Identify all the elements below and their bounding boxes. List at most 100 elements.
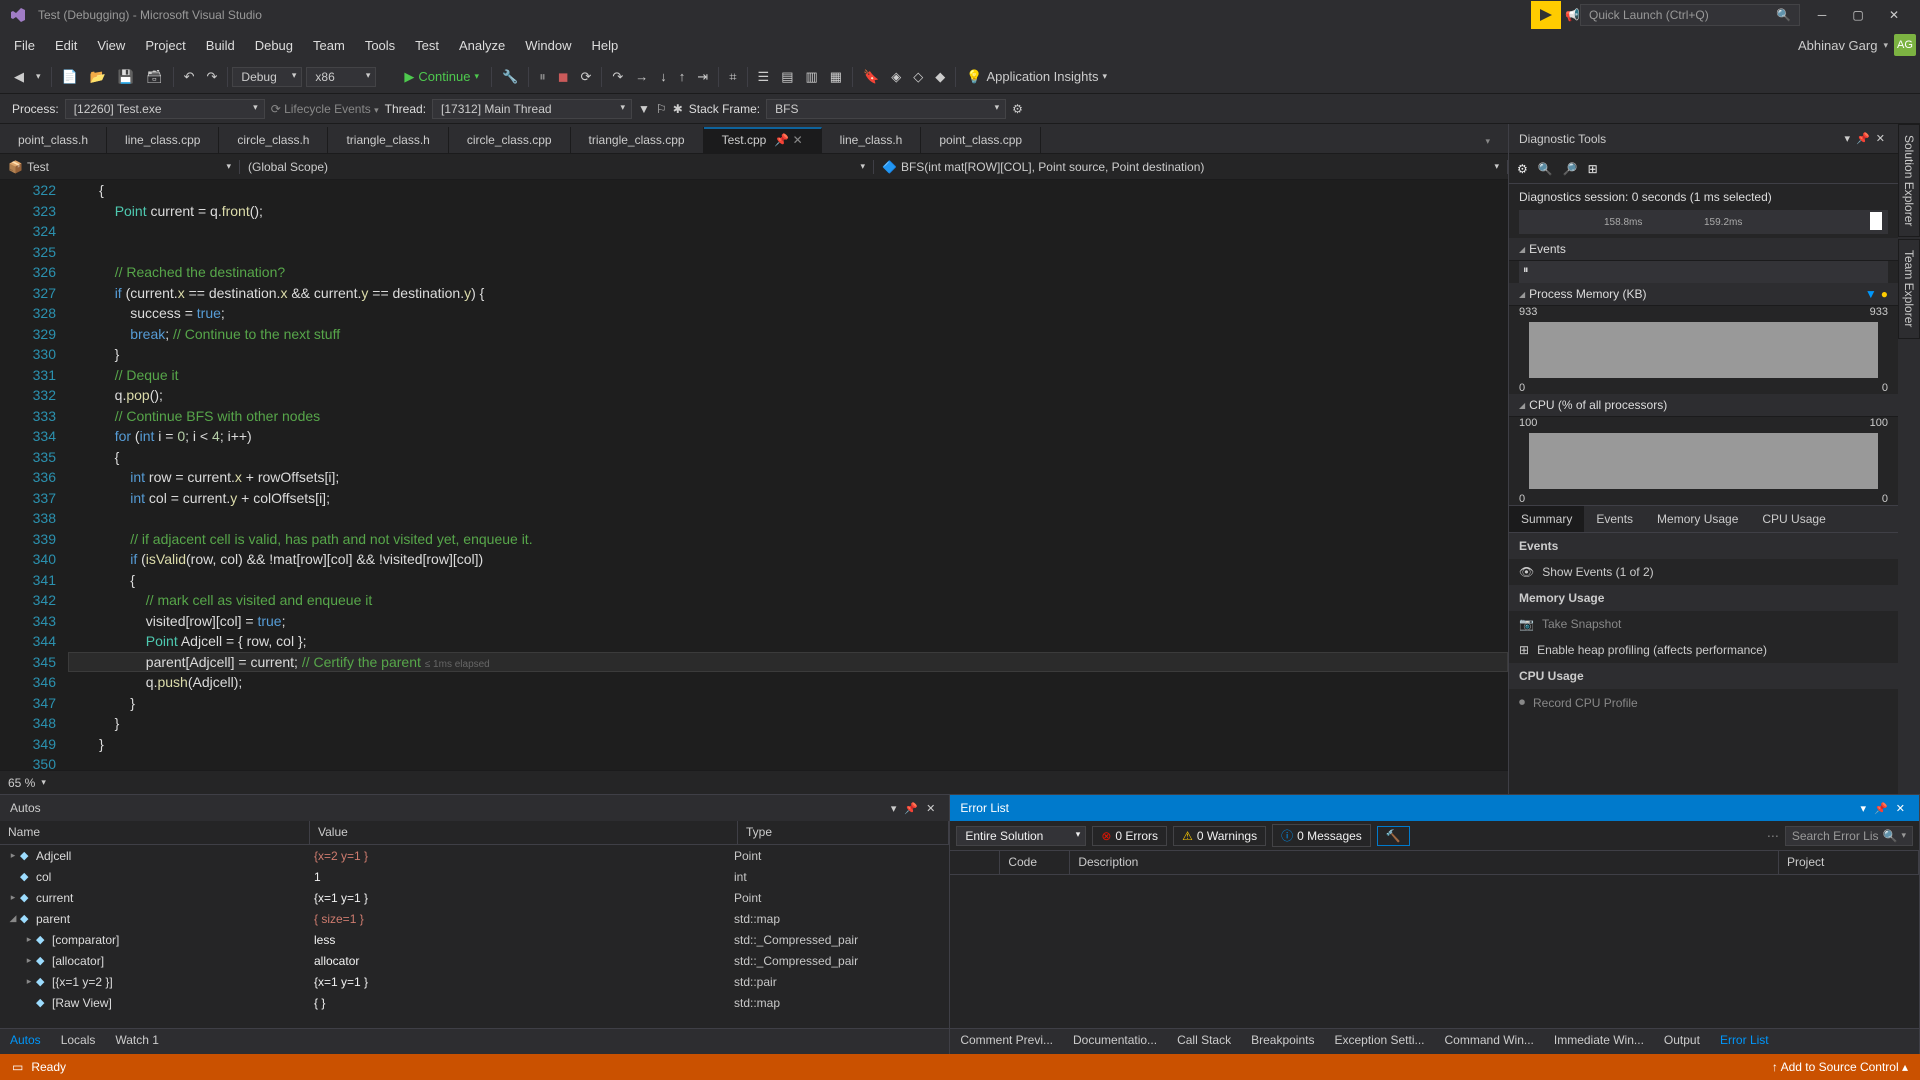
- menu-window[interactable]: Window: [515, 34, 581, 57]
- bottom-tab[interactable]: Error List: [1710, 1029, 1779, 1054]
- save-icon[interactable]: 💾: [112, 66, 140, 88]
- hex-icon[interactable]: ⌗: [723, 66, 742, 88]
- bottom-tab[interactable]: Breakpoints: [1241, 1029, 1324, 1054]
- menu-file[interactable]: File: [4, 34, 45, 57]
- lifecycle-icon[interactable]: ⟳ Lifecycle Events ▾: [271, 102, 379, 116]
- err-dropdown-icon[interactable]: ▾: [1857, 802, 1871, 815]
- diag-tab[interactable]: Summary: [1509, 506, 1584, 532]
- bottom-tab[interactable]: Immediate Win...: [1544, 1029, 1654, 1054]
- continue-button[interactable]: ▶ Continue ▾: [396, 69, 487, 85]
- format-icon[interactable]: ▦: [824, 66, 848, 88]
- maximize-button[interactable]: ▢: [1840, 1, 1876, 29]
- diag-memory-section[interactable]: Process Memory (KB)▼●: [1509, 283, 1898, 306]
- menu-help[interactable]: Help: [582, 34, 629, 57]
- menu-debug[interactable]: Debug: [245, 34, 303, 57]
- step-out-icon[interactable]: ↑: [673, 66, 692, 87]
- take-snapshot-link[interactable]: 📷Take Snapshot: [1509, 611, 1898, 637]
- err-close-icon[interactable]: ✕: [1892, 802, 1909, 815]
- menu-test[interactable]: Test: [405, 34, 449, 57]
- enable-heap-link[interactable]: ⊞Enable heap profiling (affects performa…: [1509, 637, 1898, 663]
- messages-chip[interactable]: ⓘ0 Messages: [1272, 824, 1371, 847]
- file-tab[interactable]: circle_class.h: [219, 127, 328, 153]
- show-events-link[interactable]: 👁Show Events (1 of 2): [1509, 559, 1898, 585]
- indent-icon[interactable]: ☰: [752, 66, 776, 88]
- nav-scope[interactable]: (Global Scope)▾: [240, 160, 874, 174]
- autos-row[interactable]: ◆col1int: [0, 866, 949, 887]
- diag-tab[interactable]: CPU Usage: [1750, 506, 1837, 532]
- filter-icon-1[interactable]: ▼: [638, 102, 650, 116]
- menu-analyze[interactable]: Analyze: [449, 34, 515, 57]
- process-select[interactable]: [12260] Test.exe: [65, 99, 265, 119]
- diag-zoomin-icon[interactable]: 🔍: [1538, 162, 1553, 176]
- restart-icon[interactable]: ⟳: [574, 66, 597, 88]
- filter-icon-4[interactable]: ⚙: [1012, 102, 1023, 116]
- back-icon[interactable]: ◀: [8, 66, 30, 88]
- zoom-level[interactable]: 65 %: [8, 776, 35, 790]
- user-dropdown-icon[interactable]: ▾: [1883, 40, 1888, 51]
- close-button[interactable]: ✕: [1876, 1, 1912, 29]
- step-icon-1[interactable]: ↷: [606, 66, 629, 88]
- comment-icon[interactable]: ▤: [775, 66, 799, 88]
- autos-close-icon[interactable]: ✕: [922, 802, 939, 815]
- file-tab[interactable]: triangle_class.h: [328, 127, 448, 153]
- minimize-button[interactable]: ─: [1804, 1, 1840, 29]
- file-tab[interactable]: line_class.cpp: [107, 127, 219, 153]
- autos-row[interactable]: ▸◆[comparator]lessstd::_Compressed_pair: [0, 929, 949, 950]
- feedback-icon[interactable]: 📢: [1565, 8, 1580, 22]
- diag-reset-icon[interactable]: ⊞: [1588, 162, 1598, 176]
- file-tab[interactable]: Test.cpp📌 ✕: [704, 127, 822, 153]
- menu-team[interactable]: Team: [303, 34, 355, 57]
- bottom-tab[interactable]: Command Win...: [1435, 1029, 1544, 1054]
- save-all-icon[interactable]: 🗃: [140, 66, 169, 88]
- autos-row[interactable]: ◆[Raw View]{ }std::map: [0, 992, 949, 1013]
- bottom-tab[interactable]: Output: [1654, 1029, 1710, 1054]
- error-scope-select[interactable]: Entire Solution: [956, 826, 1086, 846]
- bottom-tab[interactable]: Call Stack: [1167, 1029, 1241, 1054]
- file-tab[interactable]: triangle_class.cpp: [571, 127, 704, 153]
- bottom-tab[interactable]: Watch 1: [105, 1029, 169, 1054]
- debug-icon-1[interactable]: 🔧: [496, 66, 524, 88]
- redo-icon[interactable]: ↷: [201, 66, 224, 88]
- autos-table[interactable]: ▸◆Adjcell{x=2 y=1 }Point◆col1int▸◆curren…: [0, 845, 949, 1028]
- team-explorer-tab[interactable]: Team Explorer: [1898, 239, 1920, 338]
- error-search-input[interactable]: Search Error Lis🔍▾: [1785, 826, 1913, 846]
- forward-icon[interactable]: ▾: [30, 68, 47, 85]
- menu-edit[interactable]: Edit: [45, 34, 87, 57]
- record-cpu-link[interactable]: ⏺Record CPU Profile: [1509, 689, 1898, 716]
- bookmark-icon[interactable]: 🔖: [857, 66, 885, 88]
- menu-project[interactable]: Project: [135, 34, 195, 57]
- file-tab[interactable]: point_class.cpp: [921, 127, 1041, 153]
- diag-cpu-section[interactable]: CPU (% of all processors): [1509, 394, 1898, 417]
- err-pin-icon[interactable]: 📌: [1870, 802, 1892, 815]
- warnings-chip[interactable]: ⚠0 Warnings: [1173, 826, 1266, 846]
- filter-icon-2[interactable]: ⚐: [656, 102, 667, 116]
- autos-row[interactable]: ▸◆current{x=1 y=1 }Point: [0, 887, 949, 908]
- bm-icon-4[interactable]: ◆: [929, 66, 951, 88]
- uncomment-icon[interactable]: ▥: [799, 66, 823, 88]
- step-over-icon[interactable]: ↓: [654, 66, 673, 87]
- autos-row[interactable]: ▸◆Adjcell{x=2 y=1 }Point: [0, 845, 949, 866]
- nav-project[interactable]: 📦 Test▾: [0, 160, 240, 174]
- tab-overflow-icon[interactable]: ▾: [1463, 127, 1508, 153]
- file-tab[interactable]: circle_class.cpp: [449, 127, 571, 153]
- autos-row[interactable]: ▸◆[{x=1 y=2 }]{x=1 y=1 }std::pair: [0, 971, 949, 992]
- pause-icon[interactable]: ⏸: [533, 66, 552, 88]
- user-avatar[interactable]: AG: [1894, 34, 1916, 56]
- quick-launch-input[interactable]: Quick Launch (Ctrl+Q)🔍: [1580, 4, 1800, 26]
- diag-tab[interactable]: Memory Usage: [1645, 506, 1750, 532]
- notification-flag-icon[interactable]: [1531, 1, 1561, 29]
- errors-chip[interactable]: ⊗0 Errors: [1092, 826, 1167, 846]
- solution-explorer-tab[interactable]: Solution Explorer: [1898, 124, 1920, 237]
- file-tab[interactable]: point_class.h: [0, 127, 107, 153]
- diag-pin-icon[interactable]: 📌: [1853, 132, 1873, 145]
- diag-dropdown-icon[interactable]: ▾: [1842, 132, 1854, 145]
- code-editor[interactable]: 3223233243253263273283293303313323333343…: [0, 180, 1508, 770]
- stop-icon[interactable]: ◼: [552, 66, 575, 88]
- bottom-tab[interactable]: Exception Setti...: [1324, 1029, 1434, 1054]
- build-filter-chip[interactable]: 🔨: [1377, 826, 1410, 846]
- diag-events-section[interactable]: Events: [1509, 238, 1898, 261]
- bottom-tab[interactable]: Locals: [51, 1029, 106, 1054]
- diag-settings-icon[interactable]: ⚙: [1517, 162, 1528, 176]
- menu-tools[interactable]: Tools: [355, 34, 405, 57]
- insights-button[interactable]: 💡 Application Insights ▾: [960, 66, 1113, 88]
